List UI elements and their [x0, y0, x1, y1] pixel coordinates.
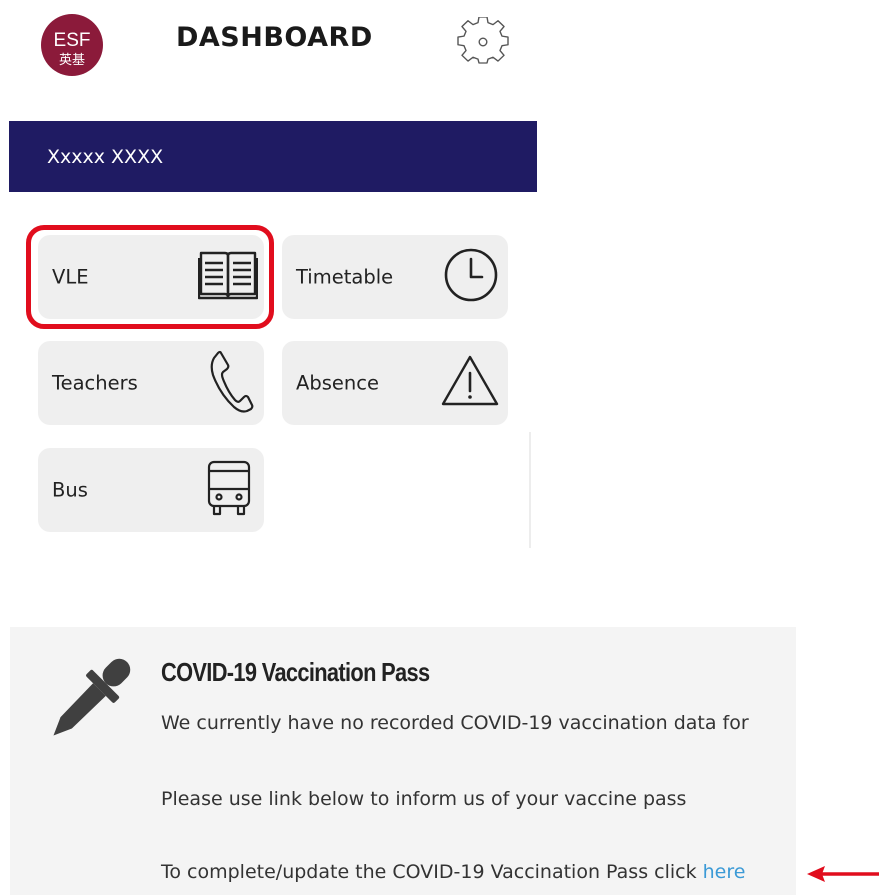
scroll-divider	[529, 432, 531, 548]
tile-teachers-label: Teachers	[52, 371, 138, 395]
user-name-banner: Xxxxx XXXX	[9, 121, 537, 192]
logo-subtext: 英基	[59, 53, 85, 68]
esf-logo: ESF 英基	[34, 14, 110, 76]
dropper-icon	[53, 658, 131, 736]
page-title: DASHBOARD	[176, 22, 373, 53]
here-link[interactable]: here	[703, 861, 746, 883]
red-arrow-indicator	[807, 866, 879, 882]
covid-no-data-text: We currently have no recorded COVID-19 v…	[161, 712, 749, 734]
logo-text: ESF	[54, 30, 91, 51]
tile-vle-label: VLE	[52, 265, 89, 289]
tile-timetable-label: Timetable	[296, 265, 394, 289]
clock-icon	[442, 246, 500, 308]
tile-bus-label: Bus	[52, 478, 88, 502]
tile-absence-label: Absence	[296, 371, 379, 395]
settings-button[interactable]	[455, 16, 511, 67]
tile-teachers[interactable]: Teachers	[38, 341, 264, 425]
bus-icon	[206, 459, 252, 521]
tile-vle[interactable]: VLE	[38, 235, 264, 319]
covid-instruction-text: Please use link below to inform us of yo…	[161, 788, 687, 810]
covid-update-prefix: To complete/update the COVID-19 Vaccinat…	[161, 861, 703, 883]
covid-vaccination-card: COVID-19 Vaccination Pass We currently h…	[10, 627, 796, 895]
covid-update-text: To complete/update the COVID-19 Vaccinat…	[161, 861, 745, 883]
warning-icon	[440, 354, 500, 412]
phone-icon	[208, 349, 254, 417]
covid-title: COVID-19 Vaccination Pass	[161, 657, 430, 687]
tile-bus[interactable]: Bus	[38, 448, 264, 532]
book-icon	[197, 249, 259, 305]
tile-absence[interactable]: Absence	[282, 341, 508, 425]
user-name: Xxxxx XXXX	[47, 146, 164, 168]
gear-icon	[457, 16, 509, 64]
tile-timetable[interactable]: Timetable	[282, 235, 508, 319]
